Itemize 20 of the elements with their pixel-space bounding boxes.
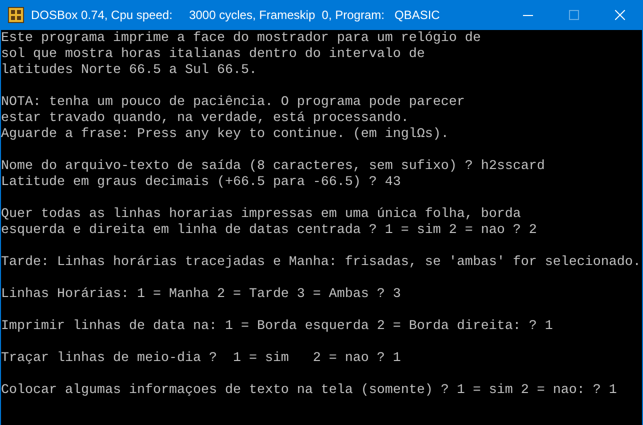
console-line: Colocar algumas informaçoes de texto na tela (somente) ? 1 = sim 2 = nao: ? 1: [1, 383, 617, 399]
console-line: NOTA: tenha um pouco de paciência. O programa pode parecer: [1, 95, 465, 111]
minimize-icon: [523, 14, 533, 16]
console-line: Traçar linhas de meio-dia ? 1 = sim 2 = nao ? 1: [1, 351, 401, 367]
console-line: latitudes Norte 66.5 a Sul 66.5.: [1, 63, 257, 79]
dosbox-logo-icon: [8, 7, 24, 23]
window-title: DOSBox 0.74, Cpu speed: 3000 cycles, Frameskip 0, Program: QBASIC: [31, 7, 441, 24]
close-icon: [615, 10, 625, 20]
console-line: Imprimir linhas de data na: 1 = Borda esquerda 2 = Borda direita: ? 1: [1, 319, 553, 335]
console-line: Aguarde a frase: Press any key to continue. (em inglΩs).: [1, 127, 449, 143]
maximize-icon: [569, 10, 579, 20]
console-line: esquerda e direita em linha de datas centrada ? 1 = sim 2 = nao ? 2: [1, 223, 537, 239]
console-line: estar travado quando, na verdade, está processando.: [1, 111, 409, 127]
console-line: Nome do arquivo-texto de saída (8 caracteres, sem sufixo) ? h2sscard: [1, 159, 545, 175]
console-line: Tarde: Linhas horárias tracejadas e Manha: frisadas, se 'ambas' for selecionado.: [1, 255, 641, 271]
console-line: Este programa imprime a face do mostrador para um relógio de: [1, 31, 481, 47]
console-line: sol que mostra horas italianas dentro do intervalo de: [1, 47, 425, 63]
console-line: Latitude em graus decimais (+66.5 para -66.5) ? 43: [1, 175, 401, 191]
console-line: Quer todas as linhas horarias impressas em uma única folha, borda: [1, 207, 521, 223]
console-line: Linhas Horárias: 1 = Manha 2 = Tarde 3 = Ambas ? 3: [1, 287, 401, 303]
